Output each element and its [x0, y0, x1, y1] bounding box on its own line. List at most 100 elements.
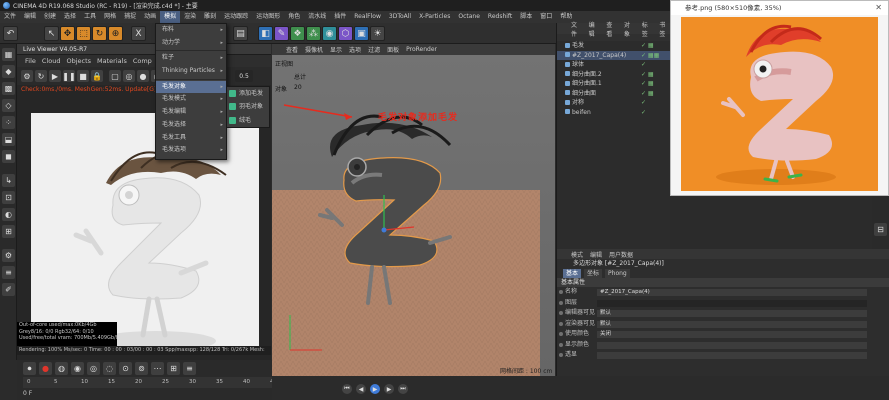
object-row[interactable]: 毛发 ✓ ▦ [557, 41, 670, 51]
axis-x-icon[interactable]: X [131, 26, 146, 41]
viewport-menu-item[interactable]: ProRender [406, 46, 437, 53]
simulate-menu-item[interactable]: Thinking Particles ▸ [156, 65, 226, 78]
object-manager-tab[interactable]: 标签 [642, 20, 653, 38]
simulate-menu-item[interactable]: 粒子 ▸ [156, 52, 226, 65]
menu-item[interactable]: 模拟 [160, 11, 181, 23]
object-visibility-flags[interactable]: ✓ ▦ [641, 70, 654, 80]
animate-bullet-icon[interactable] [559, 321, 563, 326]
array-icon[interactable]: ⁂ [306, 26, 321, 41]
play-forward-icon[interactable]: ▶ [370, 384, 380, 394]
region-render-icon[interactable]: ▢ [109, 70, 121, 82]
hair-submenu-item[interactable]: 添加毛发 [227, 87, 269, 100]
menu-item[interactable]: RealFlow [350, 11, 385, 23]
object-visibility-flags[interactable]: ✓ [641, 60, 646, 70]
attribute-value-field[interactable]: 关闭 [597, 331, 867, 338]
move-icon[interactable]: ✥ [60, 26, 75, 41]
make-editable-icon[interactable]: ▦ [2, 48, 15, 61]
key-param-icon[interactable]: ⊙ [119, 362, 132, 375]
menu-item[interactable]: X-Particles [415, 11, 454, 23]
animate-bullet-icon[interactable] [559, 290, 563, 294]
object-manager-tab[interactable]: 编辑 [589, 20, 600, 38]
simulate-menu-item[interactable]: 毛发选项 ▸ [156, 144, 226, 157]
attribute-value-field[interactable] [597, 352, 867, 359]
key-pla-icon[interactable]: ⊚ [135, 362, 148, 375]
scene-icon[interactable]: ⬡ [338, 26, 353, 41]
render-view-icon[interactable]: ▤ [233, 26, 248, 41]
attribute-tab[interactable]: 用户数据 [609, 250, 633, 259]
focus-picker-icon[interactable]: ◎ [123, 70, 135, 82]
menu-item[interactable]: 流水线 [304, 11, 330, 23]
object-manager-tab[interactable]: 查看 [606, 20, 617, 38]
attribute-value-field[interactable] [597, 341, 867, 349]
menu-item[interactable]: 角色 [284, 11, 304, 23]
attribute-subtab[interactable]: 坐标 [584, 269, 603, 278]
light-icon[interactable]: ☀ [370, 26, 385, 41]
object-visibility-flags[interactable]: ✓ [641, 108, 646, 118]
pause-icon[interactable]: ❚❚ [62, 70, 76, 82]
animate-bullet-icon[interactable] [559, 332, 563, 336]
key-selection-icon[interactable]: ◍ [55, 362, 68, 375]
object-manager-tab[interactable]: 书签 [659, 20, 670, 38]
object-visibility-flags[interactable]: ✓ ▦ [641, 41, 654, 51]
simulate-menu-item[interactable]: 毛发编辑 ▸ [156, 106, 226, 119]
pen-spline-icon[interactable]: ✎ [274, 26, 289, 41]
deformer-icon[interactable]: ◉ [322, 26, 337, 41]
model-mode-icon[interactable]: ◆ [2, 65, 15, 78]
object-visibility-flags[interactable]: ✓ ▦ [641, 79, 654, 89]
menu-item[interactable]: 捕捉 [120, 11, 140, 23]
lock-workplane-icon[interactable]: ⚙ [2, 249, 15, 262]
key-rotation-icon[interactable]: ◌ [103, 362, 116, 375]
motion-system-icon[interactable]: ⋯ [151, 362, 164, 375]
restart-icon[interactable]: ↻ [35, 70, 47, 82]
attribute-tab[interactable]: 编辑 [590, 250, 602, 259]
menu-item[interactable]: 工具 [80, 11, 100, 23]
go-to-start-icon[interactable]: ⏮ [342, 384, 352, 394]
animate-bullet-icon[interactable] [559, 311, 563, 315]
snap-icon[interactable]: ◐ [2, 208, 15, 221]
polygons-mode-icon[interactable]: ◼ [2, 150, 15, 163]
simulate-menu-item[interactable]: 毛发选择 ▸ [156, 119, 226, 132]
axis-mode-icon[interactable]: ↳ [2, 174, 15, 187]
viewport-menu-item[interactable]: 面板 [387, 45, 399, 54]
menu-item[interactable]: 动画 [140, 11, 160, 23]
viewport-menu-item[interactable]: 摄像机 [305, 45, 323, 54]
play-icon[interactable]: ▶ [49, 70, 61, 82]
simulate-menu-item[interactable]: 毛发对象 ▸ [156, 80, 226, 94]
viewport-menu-item[interactable]: 选项 [349, 45, 361, 54]
menu-item[interactable]: 选择 [60, 11, 80, 23]
animate-bullet-icon[interactable] [559, 353, 563, 357]
brush-icon[interactable]: ✐ [2, 283, 15, 296]
workplane-icon[interactable]: ◇ [2, 99, 15, 112]
stop-icon[interactable]: ■ [77, 70, 89, 82]
hair-submenu-item[interactable]: 绒毛 [227, 114, 269, 127]
object-row[interactable]: 对称 ✓ [557, 98, 670, 108]
undo-icon[interactable]: ↶ [3, 26, 18, 41]
menu-item[interactable]: 文件 [0, 11, 20, 23]
animate-bullet-icon[interactable] [559, 342, 563, 347]
scale-icon[interactable]: ⬚ [76, 26, 91, 41]
attribute-value-field[interactable] [597, 299, 867, 307]
object-row[interactable]: 细分曲面.1 ✓ ▦ [557, 79, 670, 89]
menu-item[interactable]: 运动图形 [252, 11, 284, 23]
attribute-subtab[interactable]: Phong [605, 269, 630, 278]
cube-icon[interactable]: ◧ [258, 26, 273, 41]
animate-bullet-icon[interactable] [559, 300, 563, 305]
record-keys-icon[interactable]: ⏺ [23, 362, 36, 375]
simulate-menu-item[interactable]: 动力学 ▸ [156, 37, 226, 50]
hair-submenu-item[interactable]: 羽毛对象 [227, 100, 269, 113]
object-visibility-flags[interactable]: ✓ ▦ [641, 89, 654, 99]
menu-item[interactable]: 创建 [40, 11, 60, 23]
menu-item[interactable]: 网格 [100, 11, 120, 23]
auto-key-icon[interactable]: ● [39, 362, 52, 375]
menu-item[interactable]: Octane [454, 11, 484, 23]
quantize-icon[interactable]: ⊞ [2, 225, 15, 238]
live-viewer-menu-item[interactable]: Comp [133, 57, 152, 65]
layer-icon[interactable]: ≡ [2, 266, 15, 279]
edges-mode-icon[interactable]: ⬓ [2, 133, 15, 146]
object-row[interactable]: 球体 ✓ [557, 60, 670, 70]
timeline-grid-icon[interactable]: ⊞ [167, 362, 180, 375]
menu-item[interactable]: 3DToAll [385, 11, 415, 23]
close-icon[interactable]: ✕ [875, 1, 882, 15]
object-row[interactable]: #Z_2017_Capa(4) ✓ ▦▦ [557, 50, 670, 60]
viewport-menu-item[interactable]: 查看 [286, 45, 298, 54]
